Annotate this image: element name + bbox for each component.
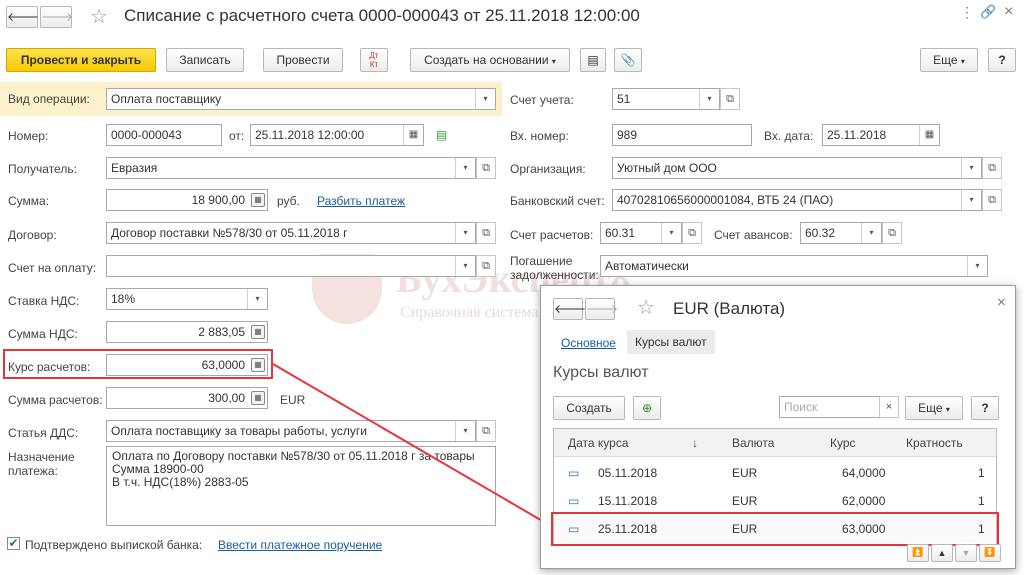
popup-create-button[interactable]: Создать [553, 396, 625, 420]
row-mult: 1 [978, 466, 985, 480]
table-row[interactable]: ▭ 15.11.2018 EUR 62,0000 1 [554, 487, 994, 515]
row-icon: ▭ [568, 466, 580, 480]
popup-title: EUR (Валюта) [673, 299, 786, 318]
search-clear-icon[interactable]: × [879, 396, 899, 418]
popup-back-button[interactable]: 🡐 [553, 298, 586, 320]
row-currency: EUR [732, 466, 758, 480]
row-date: 05.11.2018 [598, 466, 658, 480]
scroll-bottom-icon[interactable]: ⏬ [979, 544, 1001, 562]
table-row[interactable]: ▭ 05.11.2018 EUR 64,0000 1 [554, 459, 994, 487]
chevron-down-icon: ▾ [945, 405, 950, 414]
currency-popup: 🡐 🡒 ☆ EUR (Валюта) × Основное Курсы валю… [540, 285, 1016, 569]
scroll-top-icon[interactable]: ⏫ [907, 544, 929, 562]
table-header: Дата курса ↓ Валюта Курс Кратность [554, 429, 996, 457]
popup-more-label: Еще [918, 401, 943, 415]
popup-more-button[interactable]: Еще ▾ [905, 396, 963, 420]
row-rate: 62,0000 [842, 494, 886, 508]
popup-add-icon[interactable]: ⊕ [633, 396, 661, 420]
section-title: Курсы валют [553, 364, 649, 381]
popup-favorite-star-icon[interactable]: ☆ [637, 295, 655, 320]
tab-main[interactable]: Основное [561, 336, 616, 350]
col-rate[interactable]: Курс [830, 429, 856, 457]
tab-rates[interactable]: Курсы валют [627, 330, 715, 354]
col-date[interactable]: Дата курса [568, 429, 629, 457]
row-icon: ▭ [568, 494, 580, 508]
popup-close-icon[interactable]: × [997, 294, 1006, 311]
row-currency: EUR [732, 494, 758, 508]
row-highlight-box [551, 512, 999, 546]
popup-help-button[interactable]: ? [971, 396, 999, 420]
col-currency[interactable]: Валюта [732, 429, 774, 457]
search-placeholder: Поиск [784, 400, 818, 414]
row-date: 15.11.2018 [598, 494, 658, 508]
row-mult: 1 [978, 494, 985, 508]
connector-line [272, 363, 552, 527]
scroll-up-icon[interactable]: ▲ [931, 544, 953, 562]
row-rate: 64,0000 [842, 466, 886, 480]
sort-arrow-icon[interactable]: ↓ [692, 429, 698, 457]
col-mult[interactable]: Кратность [906, 429, 963, 457]
popup-forward-button[interactable]: 🡒 [585, 298, 618, 320]
scroll-down-icon[interactable]: ▼ [955, 544, 977, 562]
